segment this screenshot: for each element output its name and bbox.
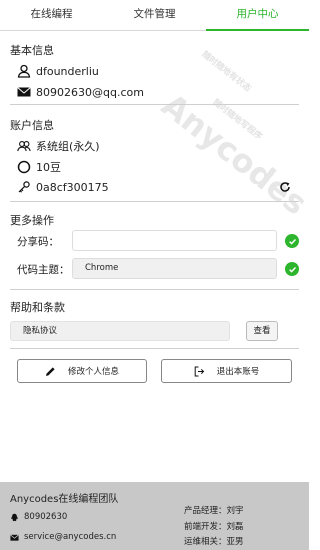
- privacy-policy-item: 隐私协议: [10, 321, 230, 341]
- section-title-basic: 基本信息: [10, 44, 54, 57]
- mail-row: service@anycodes.cn: [10, 532, 116, 542]
- divider: [10, 289, 299, 290]
- share-check-icon: [285, 234, 299, 248]
- theme-check-icon: [285, 262, 299, 276]
- key-icon: [17, 180, 31, 194]
- username-row: dfounderliu: [17, 64, 99, 78]
- frontend-dev: 前端开发：刘磊: [184, 522, 244, 532]
- edit-profile-button[interactable]: 修改个人信息: [17, 359, 147, 383]
- refresh-icon[interactable]: [279, 181, 291, 193]
- tab-online-coding[interactable]: 在线编程: [0, 0, 103, 30]
- group-text: 系统组(永久): [36, 140, 100, 153]
- beans-text: 10豆: [36, 161, 61, 174]
- section-title-more: 更多操作: [10, 214, 54, 227]
- key-row: 0a8cf300175: [17, 180, 109, 194]
- username-text: dfounderliu: [36, 64, 99, 78]
- divider: [10, 348, 299, 349]
- product-manager: 产品经理：刘宇: [184, 506, 244, 516]
- watermark-line-1: 随时随地有状态: [199, 49, 253, 95]
- envelope-icon: [10, 534, 19, 541]
- share-code-input[interactable]: [72, 230, 277, 251]
- email-row: 80902630@qq.com: [17, 85, 144, 99]
- watermark-line-2: 随时随地写程序: [210, 97, 264, 143]
- section-title-help: 帮助和条款: [10, 301, 65, 314]
- top-tab-bar: 在线编程 文件管理 用户中心: [0, 0, 309, 31]
- envelope-icon: [17, 85, 31, 99]
- divider: [10, 201, 299, 202]
- sign-out-icon: [194, 366, 204, 376]
- section-title-account: 账户信息: [10, 119, 54, 132]
- logout-button[interactable]: 退出本账号: [161, 359, 292, 383]
- code-theme-label: 代码主题：: [17, 264, 70, 276]
- beans-row: 10豆: [17, 159, 61, 175]
- group-row: 系统组(永久): [17, 138, 100, 154]
- code-theme-select[interactable]: Chrome: [72, 258, 277, 279]
- key-text: 0a8cf300175: [36, 180, 109, 194]
- team-name: Anycodes在线编程团队: [10, 494, 119, 505]
- view-privacy-button[interactable]: 查看: [246, 321, 278, 341]
- email-text: 80902630@qq.com: [36, 85, 144, 99]
- logout-label: 退出本账号: [216, 367, 260, 377]
- tab-file-management[interactable]: 文件管理: [103, 0, 206, 30]
- edit-profile-label: 修改个人信息: [67, 367, 119, 377]
- ops-contact: 运维相关：亚男: [184, 537, 244, 547]
- pencil-icon: [45, 366, 55, 376]
- mail-text[interactable]: service@anycodes.cn: [24, 532, 116, 542]
- user-icon: [17, 64, 31, 78]
- qq-icon: [11, 513, 18, 521]
- share-code-label: 分享码：: [17, 236, 59, 248]
- circle-icon: [17, 160, 31, 174]
- tab-user-center[interactable]: 用户中心: [206, 0, 309, 31]
- footer: Anycodes在线编程团队 80902630 service@anycodes…: [0, 482, 309, 550]
- users-icon: [17, 139, 31, 153]
- divider: [10, 104, 299, 105]
- qq-row: 80902630: [10, 512, 67, 522]
- qq-text: 80902630: [24, 512, 68, 522]
